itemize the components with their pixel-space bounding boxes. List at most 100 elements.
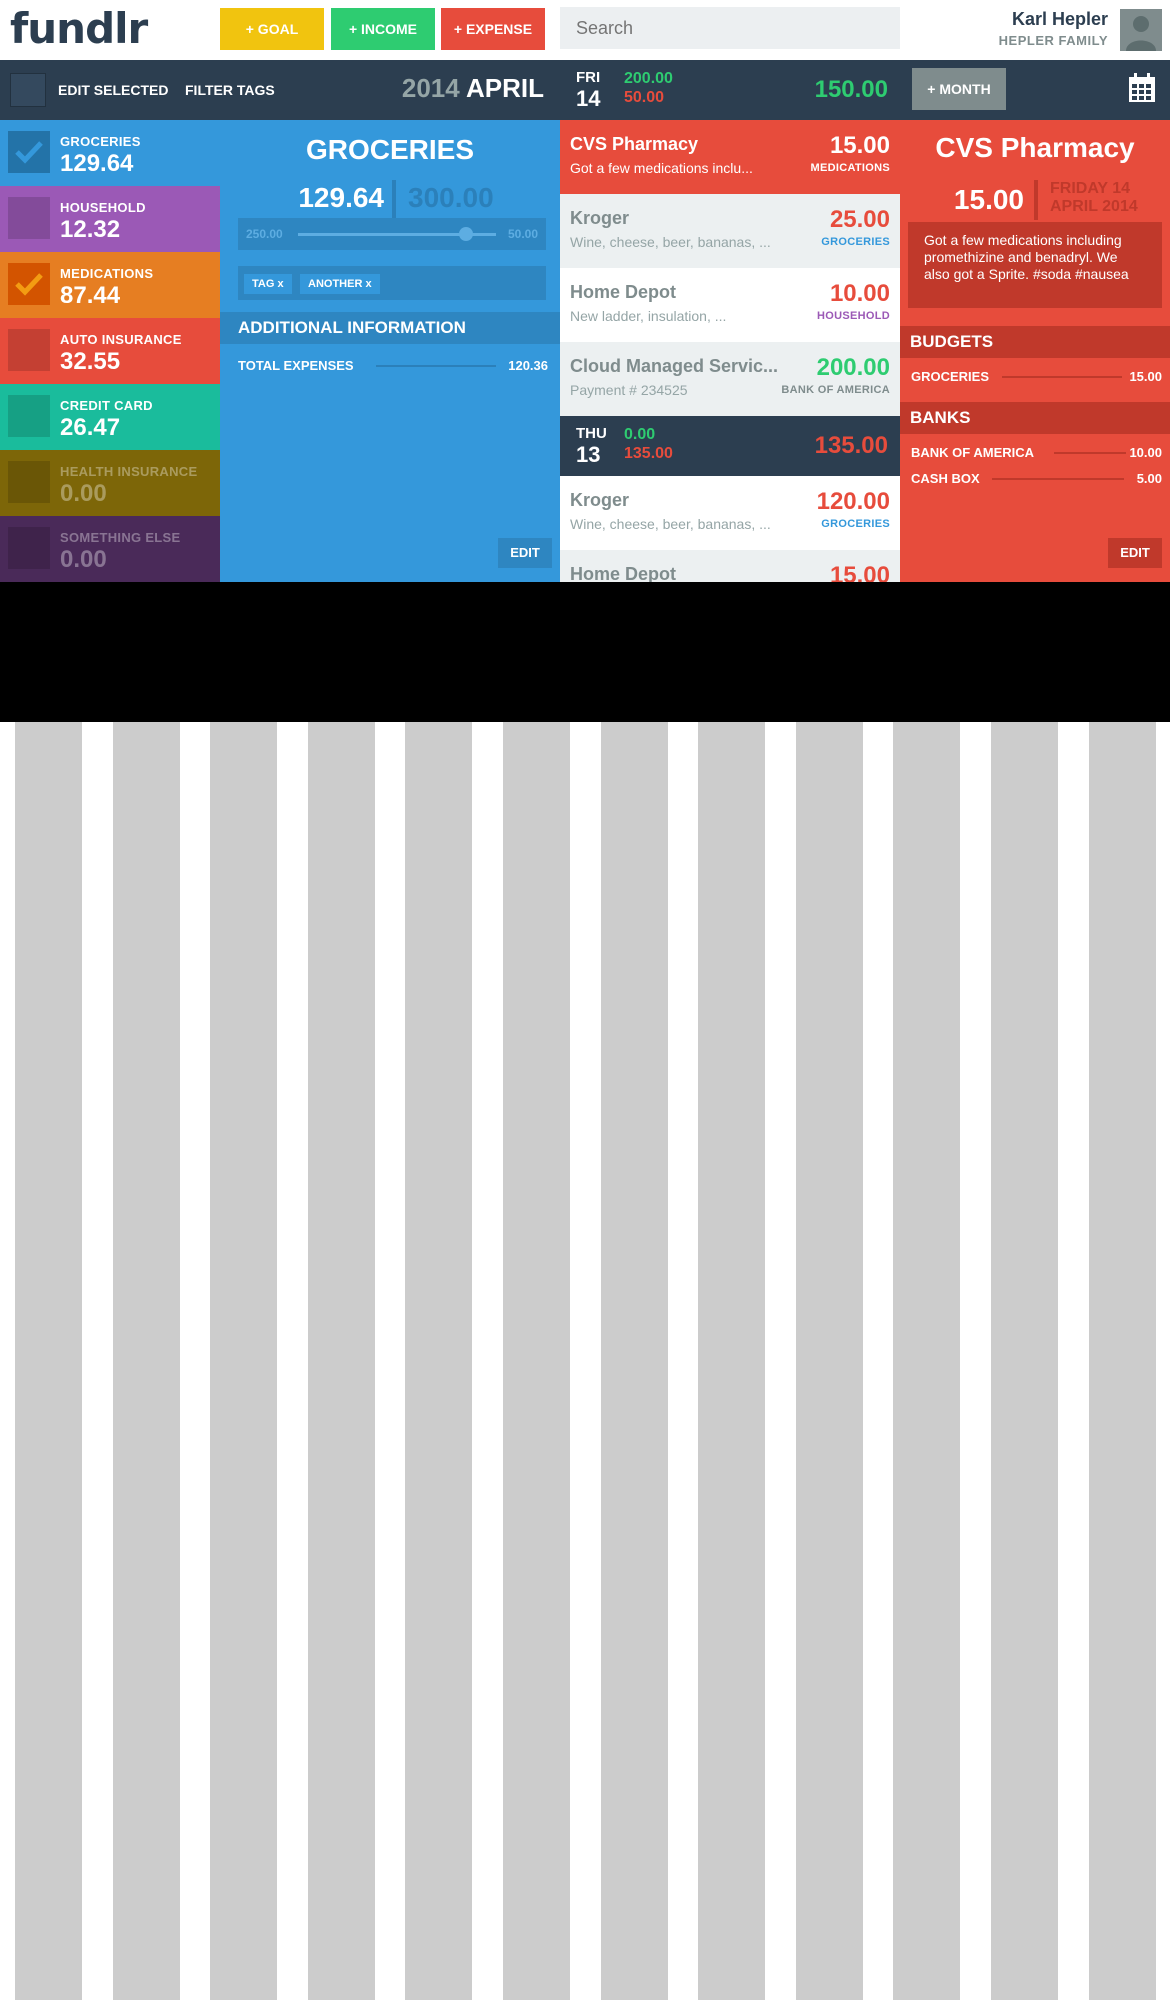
add-month-button[interactable]: + MONTH	[912, 68, 1006, 110]
detail-edit-button[interactable]: EDIT	[498, 538, 552, 568]
category-name: SOMETHING ELSE	[60, 530, 181, 545]
transaction-category: GROCERIES	[821, 518, 890, 530]
category-checkbox[interactable]	[8, 461, 50, 503]
category-item[interactable]: AUTO INSURANCE 32.55	[0, 318, 220, 384]
category-checkbox[interactable]	[8, 263, 50, 305]
black-band	[0, 582, 1170, 722]
calendar-icon[interactable]	[1128, 73, 1156, 103]
category-checkbox[interactable]	[8, 131, 50, 173]
transaction-category: GROCERIES	[821, 236, 890, 248]
budget-line	[1002, 376, 1122, 378]
transaction-description: Got a few medications inclu...	[570, 160, 753, 176]
transaction-description: Payment # 234525	[570, 382, 688, 398]
transaction-name: Kroger	[570, 208, 630, 228]
slider-handle[interactable]	[459, 227, 474, 241]
transaction-detail-panel: CVS Pharmacy 15.00 FRIDAY 14 APRIL 2014 …	[900, 120, 1170, 582]
tag-chip[interactable]: ANOTHER x	[300, 274, 380, 294]
search-input[interactable]	[560, 7, 900, 49]
day-header[interactable]: THU 13 0.00 135.00 135.00	[560, 416, 900, 476]
category-checkbox[interactable]	[8, 197, 50, 239]
category-item[interactable]: GROCERIES 129.64	[0, 120, 220, 186]
category-detail-panel: GROCERIES 129.64 300.00 250.00 50.00 TAG…	[220, 120, 560, 582]
amount-divider	[1034, 180, 1038, 220]
transaction-category: HOUSEHOLD	[817, 310, 890, 322]
grid-column	[1088, 722, 1156, 2000]
category-item[interactable]: MEDICATIONS 87.44	[0, 252, 220, 318]
day-expense: 135.00	[624, 445, 673, 462]
budget-value: 15.00	[1129, 369, 1162, 384]
top-header: fundlr + GOAL + INCOME + EXPENSE Karl He…	[0, 0, 1170, 60]
avatar[interactable]	[1120, 9, 1162, 51]
transaction-amount: 120.00	[816, 488, 890, 515]
transaction-row[interactable]: Home Depot 15.00	[560, 550, 900, 582]
category-item[interactable]: CREDIT CARD 26.47	[0, 384, 220, 450]
select-all-checkbox[interactable]	[10, 73, 46, 107]
total-expenses-label: TOTAL EXPENSES	[238, 358, 354, 373]
detail-goal: 300.00	[408, 182, 494, 213]
category-item[interactable]: SOMETHING ELSE 0.00	[0, 516, 220, 582]
bank-value: 10.00	[1129, 445, 1162, 460]
grid-column	[698, 722, 766, 2000]
category-name: GROCERIES	[60, 134, 141, 149]
transaction-name: CVS Pharmacy	[570, 134, 699, 154]
transaction-name: Kroger	[570, 490, 630, 510]
add-income-button[interactable]: + INCOME	[331, 8, 435, 50]
transaction-amount: 15.00	[953, 184, 1024, 215]
day-expense: 50.00	[624, 89, 665, 106]
day-date: 13	[576, 442, 601, 467]
bank-line	[992, 478, 1124, 480]
amount-divider	[392, 180, 396, 218]
budget-label: GROCERIES	[911, 369, 990, 384]
category-value: 129.64	[60, 150, 134, 177]
category-toolbar: EDIT SELECTED FILTER TAGS 2014 APRIL	[0, 60, 560, 120]
day-weekday: FRI	[576, 69, 601, 86]
transaction-list: FRI 14 200.00 50.00 150.00 CVS Pharmacy Got a …	[560, 60, 900, 582]
category-name: MEDICATIONS	[60, 266, 154, 281]
day-weekday: THU	[576, 425, 607, 442]
transaction-amount: 25.00	[829, 206, 890, 233]
day-income: 200.00	[624, 70, 673, 87]
add-goal-button[interactable]: + GOAL	[220, 8, 324, 50]
transaction-description: New ladder, insulation, ...	[570, 308, 727, 324]
transaction-name: Cloud Managed Servic...	[570, 356, 779, 376]
category-checkbox[interactable]	[8, 395, 50, 437]
grid-column	[600, 722, 668, 2000]
grid-column	[210, 722, 278, 2000]
transaction-description: Wine, cheese, beer, bananas, ...	[570, 234, 771, 250]
transaction-row[interactable]: Kroger Wine, cheese, beer, bananas, ... 12…	[560, 476, 900, 550]
category-value: 87.44	[60, 282, 121, 309]
tag-field[interactable]: TAG x ANOTHER x	[238, 266, 546, 300]
transaction-description: Wine, cheese, beer, bananas, ...	[570, 516, 771, 532]
add-expense-button[interactable]: + EXPENSE	[441, 8, 545, 50]
transaction-amount: 15.00	[829, 132, 890, 159]
tag-chip[interactable]: TAG x	[244, 274, 292, 294]
transaction-row[interactable]: Home Depot New ladder, insulation, ... 10.…	[560, 268, 900, 342]
transaction-row[interactable]: Cloud Managed Servic... Payment # 234525 2…	[560, 342, 900, 416]
grid-column	[503, 722, 570, 2000]
category-item[interactable]: HEALTH INSURANCE 0.00	[0, 450, 220, 516]
right-toolbar: + MONTH	[900, 60, 1170, 120]
category-value: 32.55	[60, 348, 121, 375]
category-value: 0.00	[60, 546, 107, 573]
edit-selected-link[interactable]: EDIT SELECTED	[58, 82, 168, 98]
checkmark-icon	[14, 139, 44, 165]
budget-slider[interactable]: 250.00 50.00	[238, 218, 546, 250]
additional-info-heading[interactable]: ADDITIONAL INFORMATION	[220, 312, 560, 344]
day-header[interactable]: FRI 14 200.00 50.00 150.00	[560, 60, 900, 120]
transaction-name: Home Depot	[570, 282, 677, 302]
category-checkbox[interactable]	[8, 329, 50, 371]
budgets-heading: BUDGETS	[900, 326, 1170, 358]
app-logo: fundlr	[10, 4, 148, 53]
transaction-edit-button[interactable]: EDIT	[1108, 538, 1162, 568]
detail-amount: 129.64	[298, 182, 384, 213]
current-period[interactable]: 2014 APRIL	[402, 73, 544, 104]
category-item[interactable]: HOUSEHOLD 12.32	[0, 186, 220, 252]
category-checkbox[interactable]	[8, 527, 50, 569]
period-month: APRIL	[466, 73, 544, 103]
transaction-row[interactable]: Kroger Wine, cheese, beer, bananas, ... 25…	[560, 194, 900, 268]
day-total: 135.00	[814, 432, 888, 459]
transaction-amount: 15.00	[829, 562, 890, 582]
filter-tags-link[interactable]: FILTER TAGS	[185, 82, 275, 98]
fundlr-app: fundlr + GOAL + INCOME + EXPENSE Karl He…	[0, 0, 1170, 582]
transaction-row[interactable]: CVS Pharmacy Got a few medications inclu.…	[560, 120, 900, 194]
